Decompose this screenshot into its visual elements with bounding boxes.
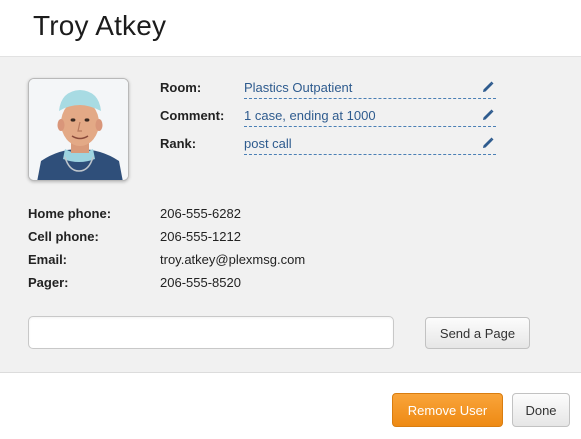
remove-user-button[interactable]: Remove User [392, 393, 503, 427]
comment-value-editable[interactable]: 1 case, ending at 1000 [244, 106, 496, 127]
room-label: Room: [160, 80, 202, 95]
comment-value: 1 case, ending at 1000 [244, 108, 376, 123]
email-label: Email: [28, 252, 68, 267]
email-value: troy.atkey@plexmsg.com [160, 252, 306, 267]
pager-row: Pager: 206-555-8520 [28, 275, 428, 293]
done-button[interactable]: Done [512, 393, 570, 427]
user-details-panel: Room: Plastics Outpatient Comment: 1 cas… [0, 57, 581, 373]
home-phone-row: Home phone: 206-555-6282 [28, 206, 428, 224]
user-name-title: Troy Atkey [33, 10, 167, 41]
room-row: Room: Plastics Outpatient [160, 78, 500, 100]
room-value: Plastics Outpatient [244, 80, 353, 95]
rank-value-editable[interactable]: post call [244, 134, 496, 155]
home-phone-value: 206-555-6282 [160, 206, 241, 221]
cell-phone-row: Cell phone: 206-555-1212 [28, 229, 428, 247]
pager-value: 206-555-8520 [160, 275, 241, 290]
rank-value: post call [244, 136, 292, 151]
send-page-button[interactable]: Send a Page [425, 317, 530, 349]
cell-phone-label: Cell phone: [28, 229, 99, 244]
pager-label: Pager: [28, 275, 69, 290]
page-message-input[interactable] [28, 316, 394, 349]
pencil-icon[interactable] [482, 109, 494, 121]
pencil-icon[interactable] [482, 81, 494, 93]
rank-label: Rank: [160, 136, 197, 151]
email-row: Email: troy.atkey@plexmsg.com [28, 252, 428, 270]
comment-label: Comment: [160, 108, 225, 123]
home-phone-label: Home phone: [28, 206, 112, 221]
dialog-header: Troy Atkey [0, 0, 581, 57]
cell-phone-value: 206-555-1212 [160, 229, 241, 244]
user-avatar [28, 78, 129, 181]
rank-row: Rank: post call [160, 134, 500, 156]
comment-row: Comment: 1 case, ending at 1000 [160, 106, 500, 128]
pencil-icon[interactable] [482, 137, 494, 149]
room-value-editable[interactable]: Plastics Outpatient [244, 78, 496, 99]
